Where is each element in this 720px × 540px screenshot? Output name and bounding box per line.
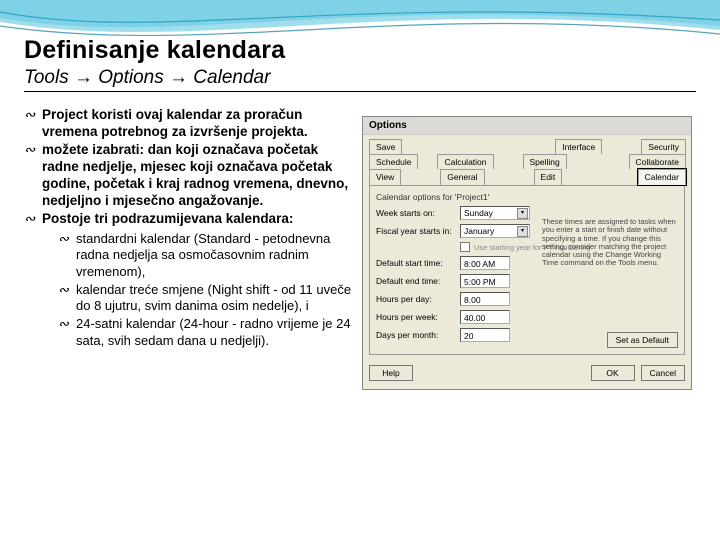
tab-security[interactable]: Security bbox=[641, 139, 686, 154]
tab-calendar[interactable]: Calendar bbox=[638, 169, 687, 185]
tab-save[interactable]: Save bbox=[369, 139, 402, 154]
bullet-item: Postoje tri podrazumijevana kalendara: s… bbox=[24, 210, 354, 350]
hint-text: These times are assigned to tasks when y… bbox=[542, 218, 678, 268]
tab-interface[interactable]: Interface bbox=[555, 139, 602, 154]
label-def-start: Default start time: bbox=[376, 258, 456, 268]
cancel-button[interactable]: Cancel bbox=[641, 365, 685, 381]
select-week-starts[interactable]: Sunday ▾ bbox=[460, 206, 530, 220]
bullet-item: Project koristi ovaj kalendar za proraču… bbox=[24, 106, 354, 141]
left-text-column: Project koristi ovaj kalendar za proraču… bbox=[24, 106, 354, 390]
tab-view[interactable]: View bbox=[369, 169, 401, 185]
label-hpd: Hours per day: bbox=[376, 294, 456, 304]
bullet-item: možete izabrati: dan koji označava počet… bbox=[24, 141, 354, 210]
tab-collaborate[interactable]: Collaborate bbox=[629, 154, 686, 169]
tab-general[interactable]: General bbox=[440, 169, 484, 185]
tab-edit[interactable]: Edit bbox=[534, 169, 563, 185]
dialog-tabs: Save Interface Security Schedule Calcula… bbox=[363, 135, 691, 185]
sub-bullet-item: 24-satni kalendar (24-hour - radno vrije… bbox=[58, 316, 354, 349]
sub-bullet-text: kalendar treće smjene (Night shift - od … bbox=[76, 282, 351, 314]
label-week-starts: Week starts on: bbox=[376, 208, 456, 218]
bullet-text: Project koristi ovaj kalendar za proraču… bbox=[42, 107, 308, 139]
input-def-start[interactable]: 8:00 AM bbox=[460, 256, 510, 270]
bullet-text: Postoje tri podrazumijevana kalendara: bbox=[42, 211, 293, 226]
options-dialog: Options Save Interface Security Schedule… bbox=[362, 116, 692, 390]
select-fiscal[interactable]: January ▾ bbox=[460, 224, 530, 238]
label-dpm: Days per month: bbox=[376, 330, 456, 340]
set-default-button[interactable]: Set as Default bbox=[607, 332, 678, 348]
label-fiscal: Fiscal year starts in: bbox=[376, 226, 456, 236]
tab-calculation[interactable]: Calculation bbox=[437, 154, 493, 169]
section-label: Calendar options for 'Project1' bbox=[376, 192, 678, 202]
input-dpm[interactable]: 20 bbox=[460, 328, 510, 342]
sub-bullet-text: standardni kalendar (Standard - petodnev… bbox=[76, 231, 330, 279]
ok-button[interactable]: OK bbox=[591, 365, 635, 381]
dialog-panel: Calendar options for 'Project1' Week sta… bbox=[369, 185, 685, 355]
input-hpd[interactable]: 8.00 bbox=[460, 292, 510, 306]
sub-bullet-text: 24-satni kalendar (24-hour - radno vrije… bbox=[76, 316, 351, 348]
dialog-title: Options bbox=[363, 117, 691, 135]
chevron-down-icon: ▾ bbox=[517, 226, 528, 237]
chevron-down-icon: ▾ bbox=[517, 208, 528, 219]
label-hpw: Hours per week: bbox=[376, 312, 456, 322]
page-title: Definisanje kalendara bbox=[24, 36, 696, 65]
checkbox-fy-number[interactable] bbox=[460, 242, 470, 252]
tab-spelling[interactable]: Spelling bbox=[523, 154, 567, 169]
bullet-text: možete izabrati: dan koji označava počet… bbox=[42, 142, 348, 209]
select-value: January bbox=[464, 225, 494, 237]
input-def-end[interactable]: 5:00 PM bbox=[460, 274, 510, 288]
nav-path: Tools → Options → Calendar bbox=[24, 67, 696, 92]
select-value: Sunday bbox=[464, 207, 493, 219]
input-hpw[interactable]: 40.00 bbox=[460, 310, 510, 324]
sub-bullet-item: standardni kalendar (Standard - petodnev… bbox=[58, 231, 354, 281]
help-button[interactable]: Help bbox=[369, 365, 413, 381]
label-def-end: Default end time: bbox=[376, 276, 456, 286]
tab-schedule[interactable]: Schedule bbox=[369, 154, 418, 169]
sub-bullet-item: kalendar treće smjene (Night shift - od … bbox=[58, 282, 354, 315]
